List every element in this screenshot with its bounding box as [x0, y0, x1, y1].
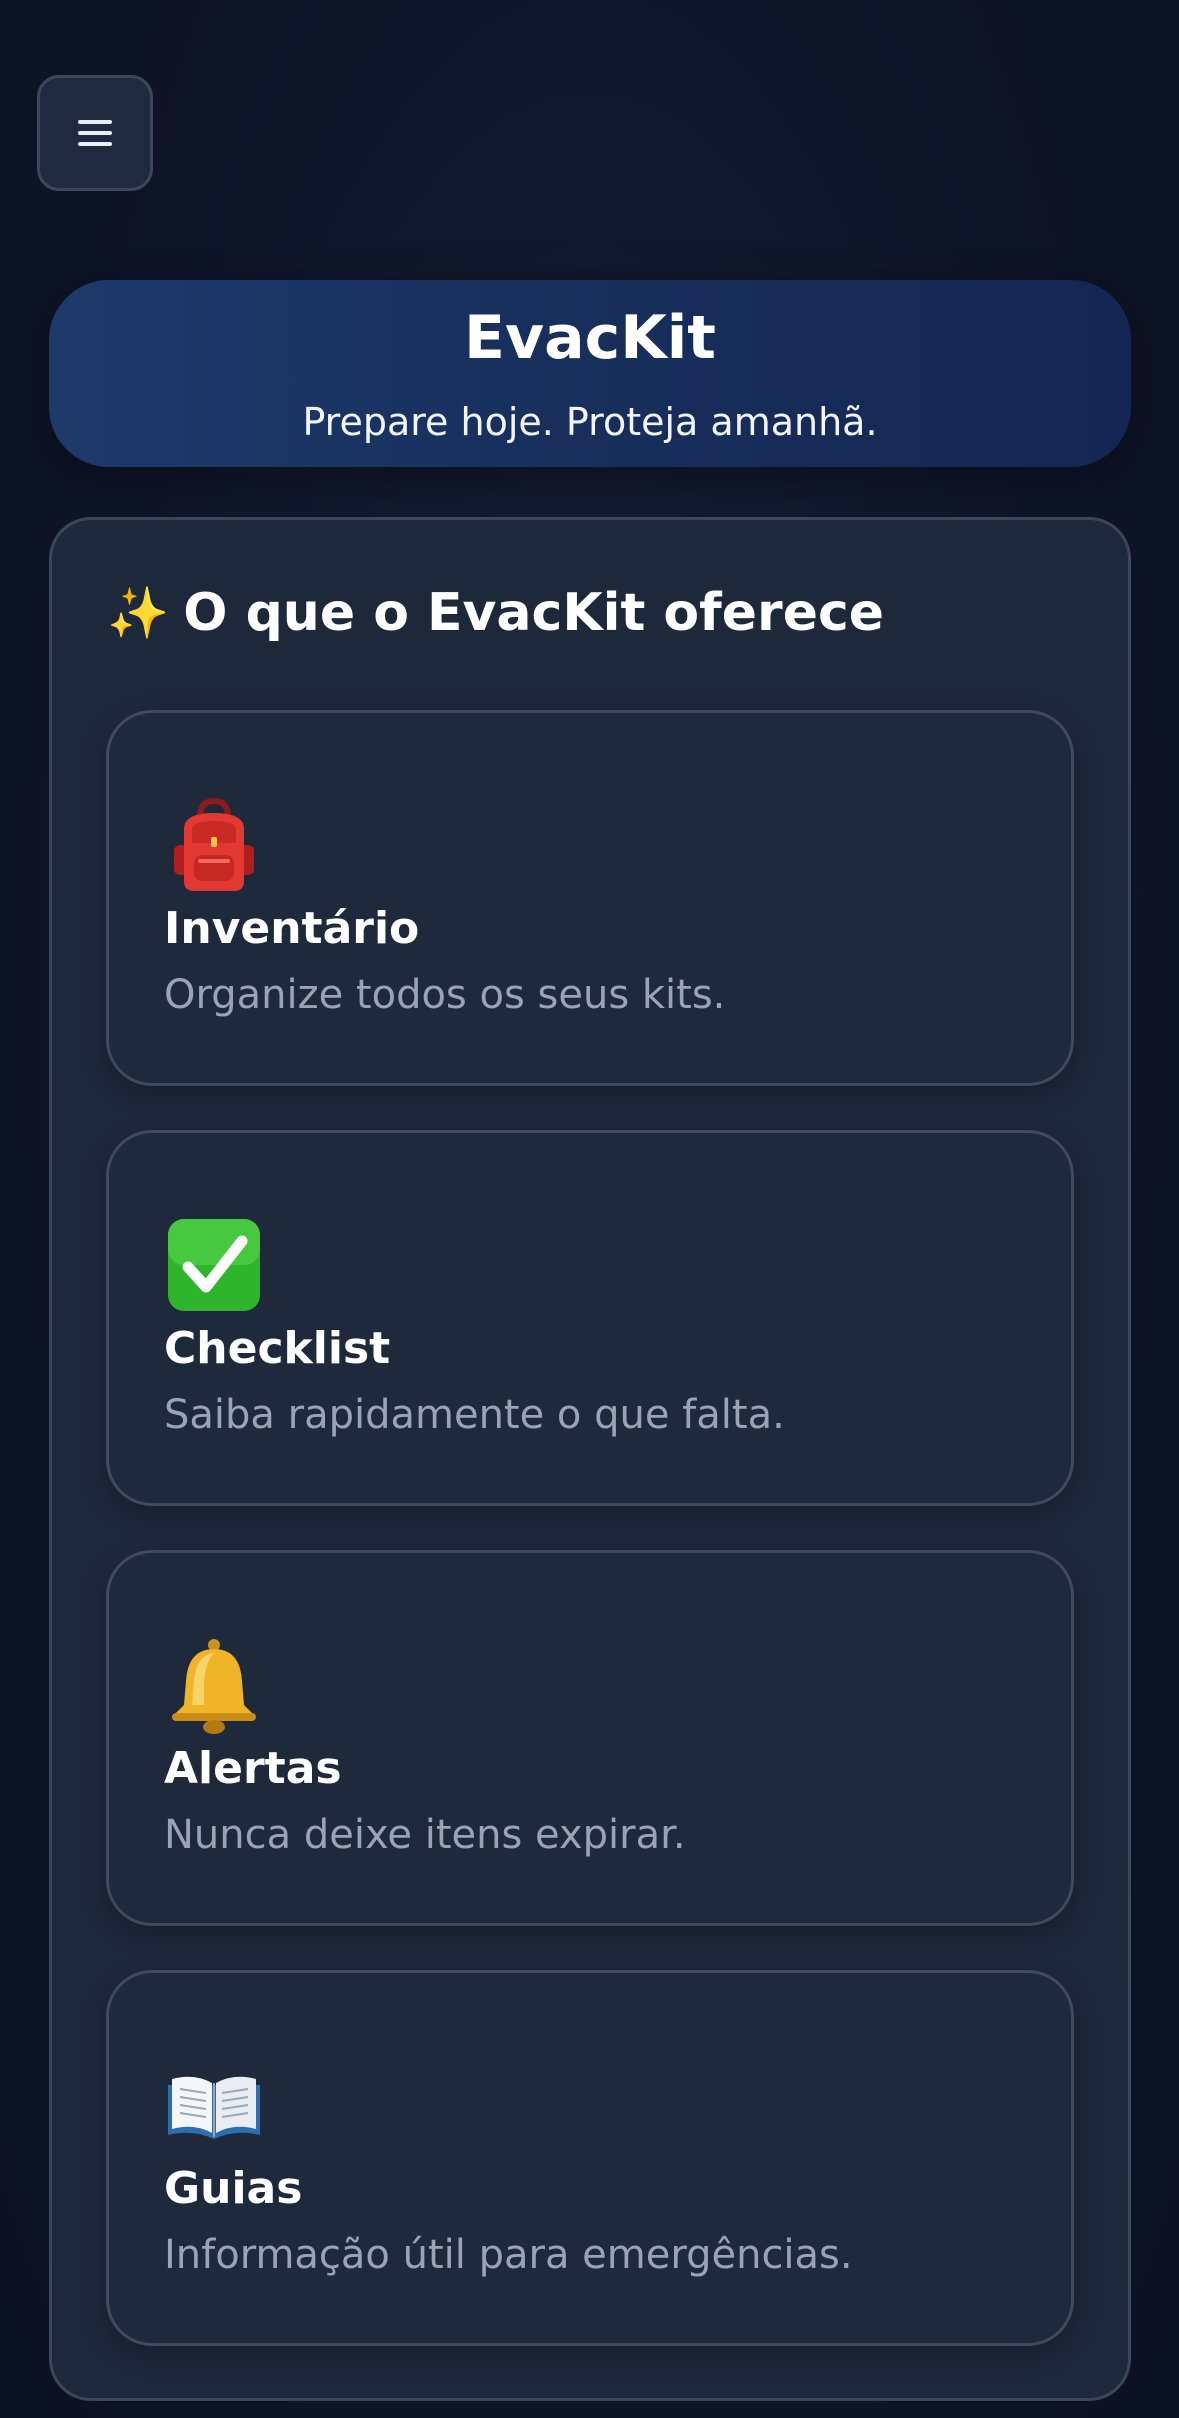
app-title: EvacKit: [464, 303, 716, 373]
app-tagline: Prepare hoje. Proteja amanhã.: [302, 400, 878, 444]
menu-button[interactable]: [37, 75, 153, 191]
feature-description: Informação útil para emergências.: [164, 2232, 853, 2278]
features-heading-text: O que o EvacKit oferece: [183, 583, 885, 643]
feature-card-guias[interactable]: Guias Informação útil para emergências.: [106, 1970, 1074, 2346]
backpack-icon: [164, 795, 264, 895]
feature-title: Checklist: [164, 1323, 391, 1374]
feature-title: Alertas: [164, 1743, 342, 1794]
feature-title: Guias: [164, 2163, 303, 2214]
features-panel: ✨ O que o EvacKit oferece Inventário Org…: [49, 517, 1131, 2401]
hero-banner: EvacKit Prepare hoje. Proteja amanhã.: [49, 280, 1131, 467]
check-mark-icon: [164, 1215, 264, 1315]
open-book-icon: [164, 2055, 264, 2155]
feature-card-inventario[interactable]: Inventário Organize todos os seus kits.: [106, 710, 1074, 1086]
feature-description: Organize todos os seus kits.: [164, 972, 726, 1018]
feature-description: Nunca deixe itens expirar.: [164, 1812, 686, 1858]
bell-icon: [164, 1635, 264, 1735]
feature-card-alertas[interactable]: Alertas Nunca deixe itens expirar.: [106, 1550, 1074, 1926]
hamburger-menu-icon: [78, 120, 112, 146]
sparkles-icon: ✨: [107, 584, 170, 643]
feature-card-checklist[interactable]: Checklist Saiba rapidamente o que falta.: [106, 1130, 1074, 1506]
feature-title: Inventário: [164, 903, 420, 954]
feature-description: Saiba rapidamente o que falta.: [164, 1392, 785, 1438]
features-heading: ✨ O que o EvacKit oferece: [107, 582, 884, 644]
